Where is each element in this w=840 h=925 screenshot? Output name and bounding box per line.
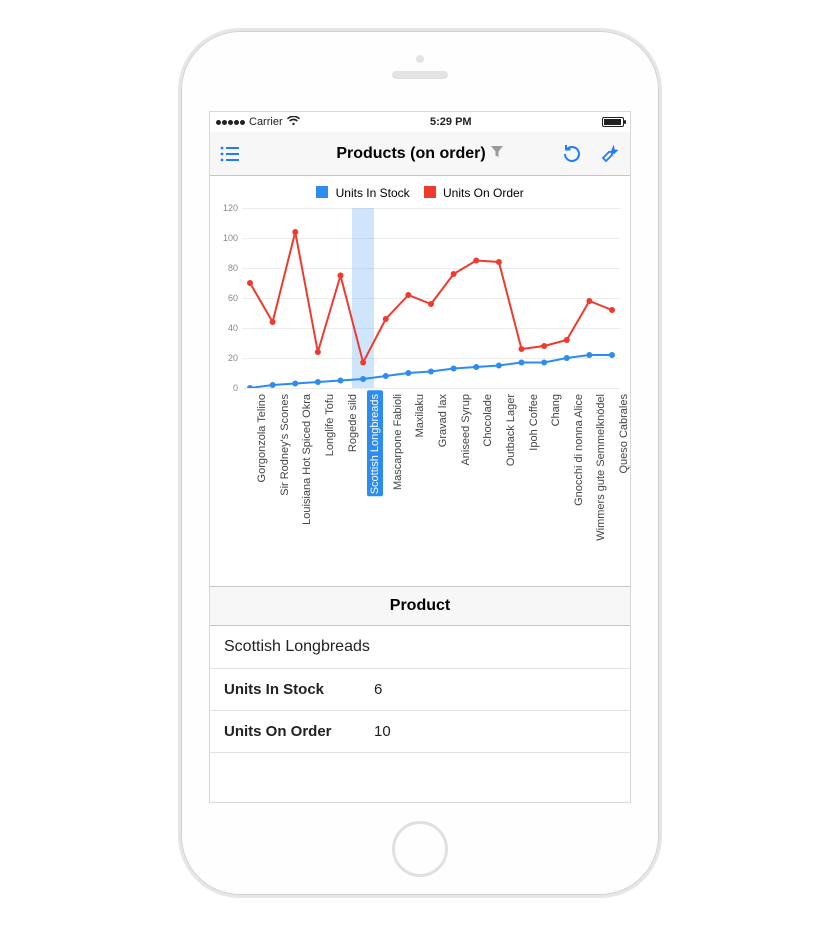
detail-header: Product bbox=[210, 587, 630, 626]
x-tick-label[interactable]: Scottish Longbreads bbox=[367, 390, 383, 496]
detail-panel: Product Scottish Longbreads Units In Sto… bbox=[210, 586, 630, 753]
refresh-icon[interactable] bbox=[560, 142, 584, 166]
settings-wrench-icon[interactable] bbox=[598, 142, 622, 166]
legend-swatch-blue bbox=[316, 186, 328, 198]
signal-strength-icon bbox=[216, 120, 245, 125]
x-tick-label[interactable]: Gorgonzola Telino bbox=[254, 390, 270, 484]
data-point[interactable] bbox=[564, 355, 570, 361]
legend-item-order: Units On Order bbox=[424, 186, 524, 200]
x-tick-label[interactable]: Maxilaku bbox=[412, 390, 428, 439]
chart-x-axis: Gorgonzola Telino Sir Rodney's Scones Loui… bbox=[242, 390, 620, 580]
data-point[interactable] bbox=[451, 271, 457, 277]
data-point[interactable] bbox=[541, 343, 547, 349]
carrier-label: Carrier bbox=[249, 116, 283, 128]
data-point[interactable] bbox=[519, 360, 525, 366]
x-tick-label[interactable]: Mascarpone Fabioli bbox=[390, 390, 406, 492]
y-tick-label: 20 bbox=[216, 353, 238, 363]
page-title: Products (on order) bbox=[336, 145, 485, 163]
y-tick-label: 60 bbox=[216, 293, 238, 303]
y-tick-label: 120 bbox=[216, 203, 238, 213]
data-point[interactable] bbox=[360, 376, 366, 382]
status-bar: Carrier 5:29 PM bbox=[210, 112, 630, 132]
filter-icon[interactable] bbox=[490, 144, 504, 163]
home-button[interactable] bbox=[392, 821, 448, 877]
screen: Carrier 5:29 PM bbox=[209, 111, 631, 803]
data-point[interactable] bbox=[609, 352, 615, 358]
x-tick-label[interactable]: Outback Lager bbox=[503, 390, 519, 468]
x-tick-label[interactable]: Longlife Tofu bbox=[322, 390, 338, 458]
data-point[interactable] bbox=[428, 369, 434, 375]
wifi-icon bbox=[287, 116, 300, 129]
chart-panel: Units In Stock Units On Order 0204060801… bbox=[210, 176, 630, 580]
data-point[interactable] bbox=[383, 316, 389, 322]
x-tick-label[interactable]: Wimmers gute Semmelknödel bbox=[593, 390, 609, 543]
chart-legend: Units In Stock Units On Order bbox=[216, 186, 624, 200]
data-point[interactable] bbox=[338, 378, 344, 384]
x-tick-label[interactable]: Ipoh Coffee bbox=[526, 390, 542, 453]
chart-svg bbox=[242, 208, 620, 388]
legend-item-stock: Units In Stock bbox=[316, 186, 409, 200]
clock-label: 5:29 PM bbox=[430, 116, 472, 128]
data-point[interactable] bbox=[315, 349, 321, 355]
data-point[interactable] bbox=[564, 337, 570, 343]
x-tick-label[interactable]: Aniseed Syrup bbox=[458, 390, 474, 468]
data-point[interactable] bbox=[360, 360, 366, 366]
x-tick-label[interactable]: Sir Rodney's Scones bbox=[277, 390, 293, 498]
data-point[interactable] bbox=[451, 366, 457, 372]
phone-camera-dot bbox=[416, 55, 424, 63]
legend-swatch-red bbox=[424, 186, 436, 198]
data-point[interactable] bbox=[270, 319, 276, 325]
data-point[interactable] bbox=[247, 280, 253, 286]
detail-product-name: Scottish Longbreads bbox=[224, 638, 370, 656]
detail-row-stock: Units In Stock 6 bbox=[210, 669, 630, 711]
x-tick-label[interactable]: Gravad lax bbox=[435, 390, 451, 449]
y-tick-label: 0 bbox=[216, 383, 238, 393]
x-tick-label[interactable]: Queso Cabrales bbox=[616, 390, 631, 476]
data-point[interactable] bbox=[270, 382, 276, 388]
chart-plot-area[interactable]: 020406080100120 bbox=[242, 208, 620, 388]
data-point[interactable] bbox=[428, 301, 434, 307]
data-point[interactable] bbox=[405, 292, 411, 298]
battery-icon bbox=[602, 117, 624, 127]
y-tick-label: 40 bbox=[216, 323, 238, 333]
x-tick-label[interactable]: Rogede sild bbox=[345, 390, 361, 454]
data-point[interactable] bbox=[315, 379, 321, 385]
data-point[interactable] bbox=[496, 259, 502, 265]
detail-label-stock: Units In Stock bbox=[224, 681, 374, 698]
data-point[interactable] bbox=[609, 307, 615, 313]
phone-frame: Carrier 5:29 PM bbox=[178, 28, 662, 898]
data-point[interactable] bbox=[473, 258, 479, 264]
list-menu-icon[interactable] bbox=[218, 142, 242, 166]
data-point[interactable] bbox=[496, 363, 502, 369]
x-tick-label[interactable]: Gnocchi di nonna Alice bbox=[571, 390, 587, 508]
detail-value-order: 10 bbox=[374, 723, 391, 740]
nav-bar: Products (on order) bbox=[210, 132, 630, 176]
x-tick-label[interactable]: Chang bbox=[548, 390, 564, 428]
y-tick-label: 100 bbox=[216, 233, 238, 243]
data-point[interactable] bbox=[247, 385, 253, 388]
data-point[interactable] bbox=[383, 373, 389, 379]
data-point[interactable] bbox=[292, 229, 298, 235]
data-point[interactable] bbox=[586, 352, 592, 358]
data-point[interactable] bbox=[519, 346, 525, 352]
series-line-order bbox=[250, 232, 612, 363]
x-tick-label[interactable]: Chocolade bbox=[480, 390, 496, 449]
detail-value-stock: 6 bbox=[374, 681, 382, 698]
data-point[interactable] bbox=[292, 381, 298, 387]
data-point[interactable] bbox=[405, 370, 411, 376]
y-tick-label: 80 bbox=[216, 263, 238, 273]
data-point[interactable] bbox=[586, 298, 592, 304]
detail-product-name-row: Scottish Longbreads bbox=[210, 626, 630, 669]
data-point[interactable] bbox=[338, 273, 344, 279]
detail-label-order: Units On Order bbox=[224, 723, 374, 740]
data-point[interactable] bbox=[473, 364, 479, 370]
phone-speaker bbox=[392, 71, 448, 79]
detail-row-order: Units On Order 10 bbox=[210, 711, 630, 753]
x-tick-label[interactable]: Louisiana Hot Spiced Okra bbox=[299, 390, 315, 527]
data-point[interactable] bbox=[541, 360, 547, 366]
